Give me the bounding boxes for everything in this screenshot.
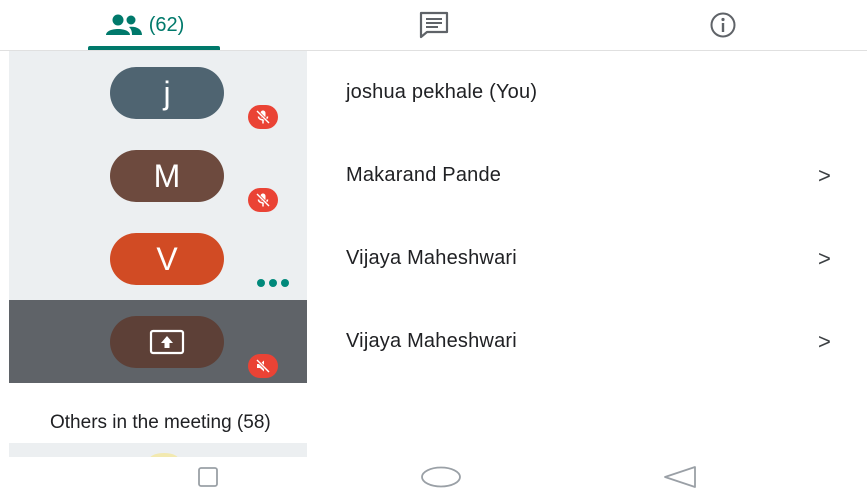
participant-list: j joshua pekhale (You) M Makarand Pande … xyxy=(0,51,867,383)
participant-tile xyxy=(9,300,307,383)
avatar-initial: j xyxy=(163,74,171,111)
avatar: M xyxy=(110,150,224,202)
participant-row[interactable]: V Vijaya Maheshwari > xyxy=(0,217,867,300)
avatar-initial: M xyxy=(153,157,181,194)
volume-off-icon xyxy=(255,358,271,374)
mic-off-icon xyxy=(255,192,271,208)
mic-off-badge xyxy=(248,188,278,212)
avatar-initial: V xyxy=(156,240,178,277)
others-section-header: Others in the meeting (58) xyxy=(50,412,271,433)
chevron-right-icon[interactable]: > xyxy=(818,300,831,383)
recent-apps-icon[interactable] xyxy=(194,465,222,489)
participant-row[interactable]: j joshua pekhale (You) xyxy=(0,51,867,134)
chevron-right-icon[interactable]: > xyxy=(818,134,831,217)
participant-tile: M xyxy=(9,134,307,217)
system-navigation-bar xyxy=(0,457,867,497)
present-screen-icon xyxy=(149,329,185,355)
tab-people[interactable]: (62) xyxy=(0,0,289,50)
participant-row[interactable]: Vijaya Maheshwari > xyxy=(0,300,867,383)
participant-tile: V xyxy=(9,217,307,300)
avatar xyxy=(110,316,224,368)
chat-icon xyxy=(419,11,448,39)
speaking-indicator-icon xyxy=(257,279,301,287)
tab-chat[interactable] xyxy=(289,0,578,50)
mic-off-icon xyxy=(255,109,271,125)
back-icon[interactable] xyxy=(661,465,701,489)
participant-tile: j xyxy=(9,51,307,134)
home-icon[interactable] xyxy=(419,465,463,489)
chevron-right-icon[interactable]: > xyxy=(818,217,831,300)
participant-name: Vijaya Maheshwari xyxy=(346,330,517,352)
participant-name: Makarand Pande xyxy=(346,164,502,186)
tab-bar: (62) xyxy=(0,0,867,50)
participant-row[interactable]: M Makarand Pande > xyxy=(0,134,867,217)
avatar: V xyxy=(110,233,224,285)
muted-presentation-badge xyxy=(248,354,278,378)
info-icon xyxy=(710,12,735,38)
avatar: j xyxy=(110,67,224,119)
people-icon xyxy=(105,14,142,35)
participant-name: joshua pekhale (You) xyxy=(346,81,538,103)
participant-tile-partial xyxy=(9,443,307,457)
mic-off-badge xyxy=(248,105,278,129)
tab-info[interactable] xyxy=(578,0,867,50)
participant-name: Vijaya Maheshwari xyxy=(346,247,517,269)
participant-count: (62) xyxy=(148,13,185,36)
